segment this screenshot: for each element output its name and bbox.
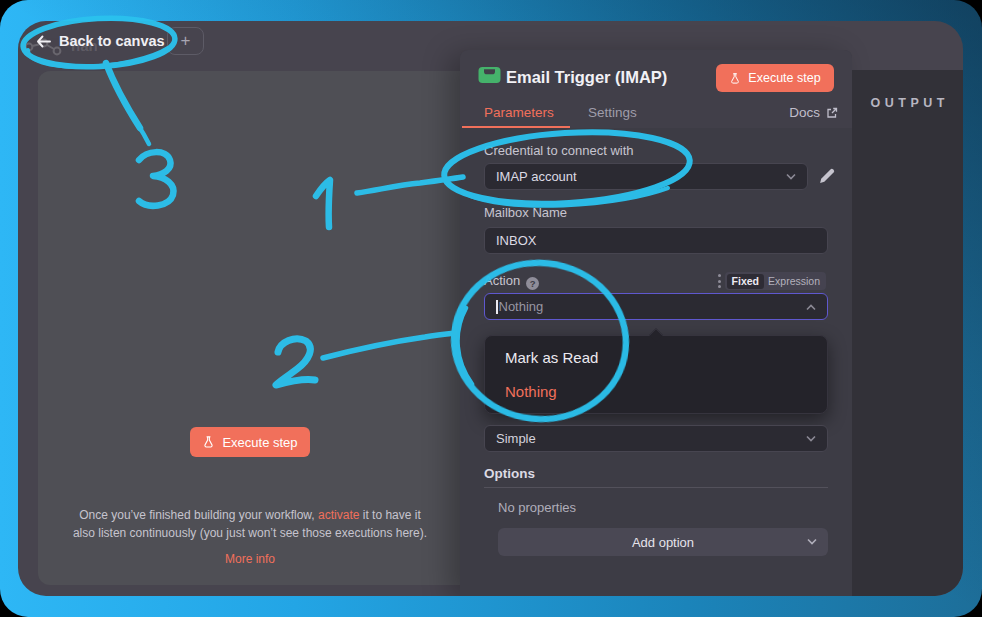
mode-fixed[interactable]: Fixed (727, 274, 764, 289)
dropdown-arrow (649, 328, 663, 342)
kebab-menu-icon[interactable] (717, 274, 721, 288)
action-label: Action? (484, 273, 539, 290)
node-title: Email Trigger (IMAP) (506, 68, 667, 87)
node-settings-panel: Email Trigger (IMAP) Execute step Parame… (460, 50, 852, 596)
active-tab-underline (462, 126, 570, 129)
docs-link[interactable]: Docs (789, 105, 838, 120)
activate-link[interactable]: activate (318, 508, 359, 522)
credential-select[interactable]: IMAP account (484, 163, 808, 190)
external-link-icon (826, 107, 838, 119)
option-nothing[interactable]: Nothing (505, 383, 557, 400)
options-heading: Options (484, 466, 535, 481)
flask-icon (729, 72, 741, 85)
tab-settings[interactable]: Settings (588, 105, 637, 120)
mailbox-label: Mailbox Name (484, 205, 567, 220)
panel-header: Email Trigger (IMAP) Execute step Parame… (460, 50, 852, 128)
action-dropdown-menu: Mark as Read Nothing (484, 335, 828, 414)
chevron-down-icon (806, 538, 818, 546)
app-window: nan Back to canvas + Execute step Once y… (18, 21, 963, 596)
no-properties-text: No properties (498, 500, 576, 515)
screenshot: nan Back to canvas + Execute step Once y… (0, 0, 982, 617)
edit-credential-icon[interactable] (817, 166, 837, 186)
chevron-down-icon (785, 173, 797, 181)
mode-expression[interactable]: Expression (764, 274, 824, 288)
add-tab-button[interactable]: + (167, 27, 204, 55)
action-select[interactable]: Nothing (484, 293, 828, 320)
add-option-button[interactable]: Add option (498, 528, 828, 556)
flask-icon (202, 435, 215, 449)
back-arrow-icon (36, 35, 51, 48)
chevron-down-icon (805, 435, 817, 443)
text-cursor (496, 300, 498, 314)
format-select[interactable]: Simple (484, 425, 828, 452)
tab-parameters[interactable]: Parameters (484, 105, 554, 120)
activation-hint: Once you’ve finished building your workf… (38, 507, 462, 569)
mailbox-input[interactable]: INBOX (484, 227, 828, 254)
credential-label: Credential to connect with (484, 143, 634, 158)
question-icon[interactable]: ? (526, 277, 539, 290)
email-imap-icon (478, 66, 501, 84)
output-label: OUTPUT (852, 96, 963, 110)
chevron-up-icon (805, 303, 817, 311)
execute-step-button-canvas[interactable]: Execute step (190, 427, 310, 457)
value-mode-toggle: Fixed Expression (725, 272, 826, 290)
option-mark-as-read[interactable]: Mark as Read (505, 349, 598, 366)
options-divider (484, 487, 828, 488)
execute-step-button-panel[interactable]: Execute step (716, 64, 834, 92)
back-to-canvas-button[interactable]: Back to canvas (36, 30, 165, 52)
output-panel: OUTPUT (852, 70, 963, 596)
more-info-link[interactable]: More info (38, 551, 462, 569)
